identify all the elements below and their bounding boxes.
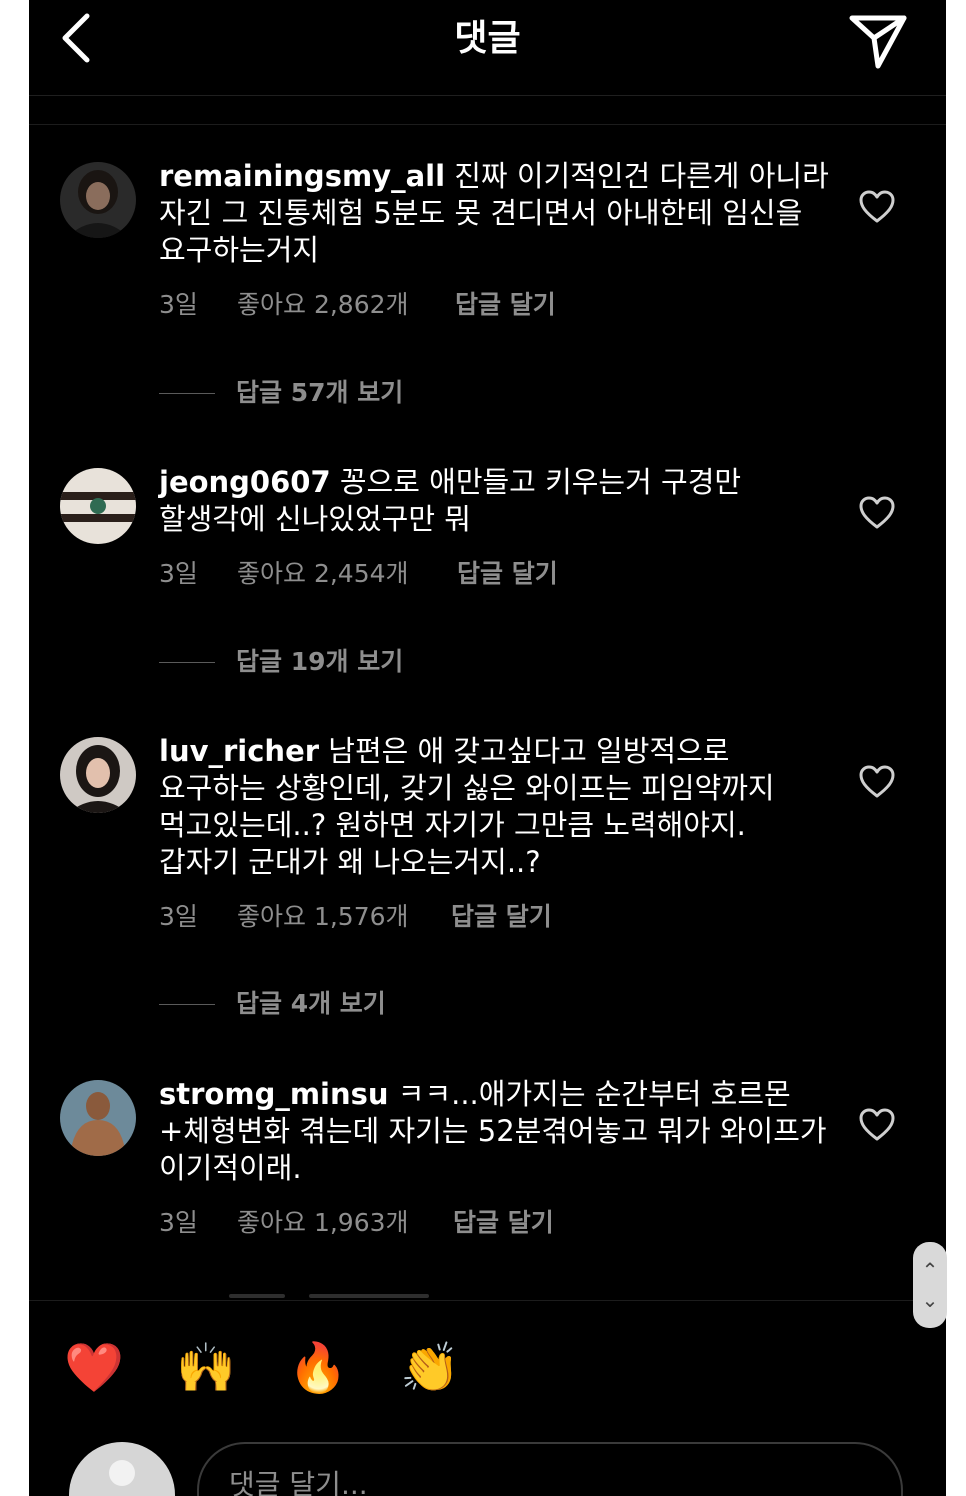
comment-username[interactable]: stromg_minsu bbox=[159, 1077, 389, 1111]
heart-icon[interactable] bbox=[859, 190, 895, 224]
emoji-surprised-button[interactable]: 😮 bbox=[736, 1337, 798, 1399]
scroll-handle[interactable]: ⌃ ⌄ bbox=[913, 1242, 947, 1328]
like-count[interactable]: 좋아요 2,454개 bbox=[237, 556, 409, 592]
page-title: 댓글 bbox=[454, 18, 521, 59]
chevron-down-icon: ⌄ bbox=[921, 1288, 939, 1312]
comment-body: luv_richer 남편은 애 갖고싶다고 일방적으로 요구하는 상황인데, … bbox=[159, 733, 829, 881]
emoji-heart-eyes-button[interactable]: 😍 bbox=[624, 1337, 686, 1399]
view-replies-label: 답글 4개 보기 bbox=[236, 989, 386, 1018]
header-bar: 댓글 bbox=[29, 0, 946, 96]
avatar[interactable] bbox=[60, 468, 136, 544]
comment-body: jeong0607 꽁으로 애만들고 키우는거 구경만 할생각에 신나있었구만 … bbox=[159, 464, 829, 538]
avatar[interactable] bbox=[60, 162, 136, 238]
share-button[interactable] bbox=[844, 10, 912, 70]
reply-button[interactable]: 답글 달기 bbox=[455, 287, 556, 323]
emoji-clap-button[interactable]: 👏 bbox=[399, 1337, 461, 1399]
emoji-laughing-button[interactable]: 😂 bbox=[848, 1337, 910, 1399]
heart-icon[interactable] bbox=[859, 765, 895, 799]
reply-button[interactable]: 답글 달기 bbox=[451, 899, 552, 935]
view-replies-label: 답글 19개 보기 bbox=[236, 647, 404, 676]
avatar[interactable] bbox=[60, 1080, 136, 1156]
replies-divider-line bbox=[159, 662, 215, 663]
emoji-reaction-bar: ❤️ 🙌 🔥 👏 😢 😍 😮 😂 bbox=[29, 1300, 946, 1421]
emoji-raised-hands-button[interactable]: 🙌 bbox=[175, 1337, 237, 1399]
reply-button[interactable]: 답글 달기 bbox=[457, 556, 558, 592]
like-count[interactable]: 좋아요 2,862개 bbox=[237, 287, 409, 323]
divider bbox=[29, 124, 946, 125]
like-count[interactable]: 좋아요 1,576개 bbox=[237, 899, 409, 935]
chevron-up-icon: ⌃ bbox=[921, 1258, 939, 1282]
comment-time: 3일 bbox=[159, 1208, 198, 1237]
comment-input[interactable]: 댓글 달기... bbox=[197, 1442, 903, 1496]
comment-time: 3일 bbox=[159, 902, 198, 931]
comments-screen: 댓글 remainingsmy_all 진짜 이기적인건 다른게 아니라 자긴 … bbox=[29, 0, 946, 1496]
next-row-peek bbox=[229, 1288, 449, 1300]
heart-icon[interactable] bbox=[859, 1108, 895, 1142]
comment-username[interactable]: remainingsmy_all bbox=[159, 159, 445, 193]
comment-time: 3일 bbox=[159, 559, 198, 588]
emoji-heart-button[interactable]: ❤️ bbox=[63, 1337, 125, 1399]
heart-icon[interactable] bbox=[859, 496, 895, 530]
comment-body: remainingsmy_all 진짜 이기적인건 다른게 아니라 자긴 그 진… bbox=[159, 158, 829, 269]
avatar[interactable] bbox=[60, 737, 136, 813]
comment-time: 3일 bbox=[159, 290, 198, 319]
replies-divider-line bbox=[159, 1004, 215, 1005]
send-icon bbox=[849, 15, 907, 69]
user-silhouette-icon bbox=[109, 1460, 135, 1486]
reply-button[interactable]: 답글 달기 bbox=[453, 1205, 554, 1241]
comment-username[interactable]: luv_richer bbox=[159, 734, 319, 768]
replies-divider-line bbox=[159, 393, 215, 394]
comment-body: stromg_minsu ㅋㅋ...애가지는 순간부터 호르몬+체형변화 겪는데… bbox=[159, 1076, 829, 1187]
view-replies-label: 답글 57개 보기 bbox=[236, 378, 404, 407]
emoji-fire-button[interactable]: 🔥 bbox=[287, 1337, 349, 1399]
my-avatar[interactable] bbox=[69, 1442, 175, 1496]
emoji-crying-button[interactable]: 😢 bbox=[512, 1337, 574, 1399]
like-count[interactable]: 좋아요 1,963개 bbox=[237, 1205, 409, 1241]
comment-username[interactable]: jeong0607 bbox=[159, 465, 331, 499]
